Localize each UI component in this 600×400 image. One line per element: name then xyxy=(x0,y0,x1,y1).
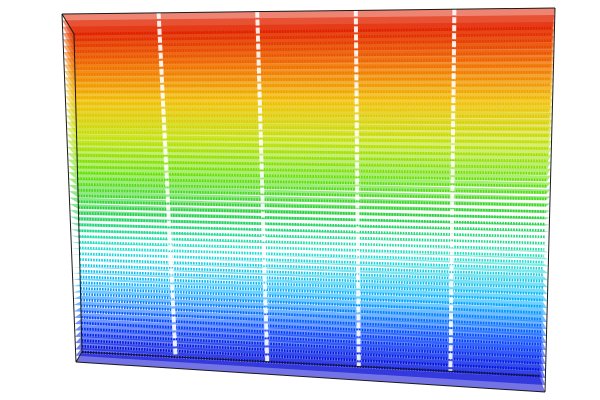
3d-volume-viewport[interactable] xyxy=(0,0,600,400)
scatter-volume-plot[interactable] xyxy=(0,0,600,400)
layer-front-points xyxy=(79,269,544,289)
point-layers xyxy=(62,8,555,392)
layer-front-points xyxy=(80,275,543,296)
